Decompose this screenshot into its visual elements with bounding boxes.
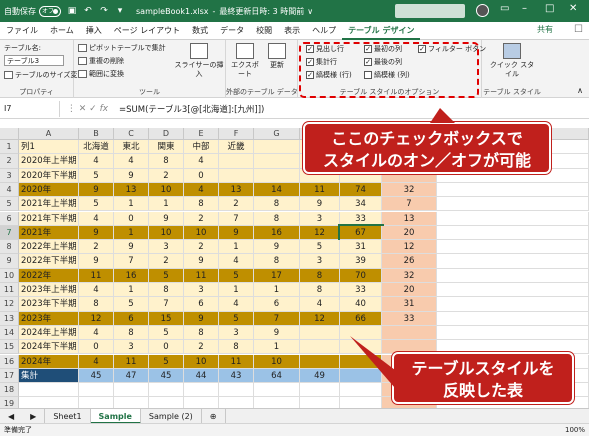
callout-arrows bbox=[350, 108, 455, 388]
callout2-arrow bbox=[350, 336, 395, 388]
callout1-arrow bbox=[430, 108, 455, 123]
